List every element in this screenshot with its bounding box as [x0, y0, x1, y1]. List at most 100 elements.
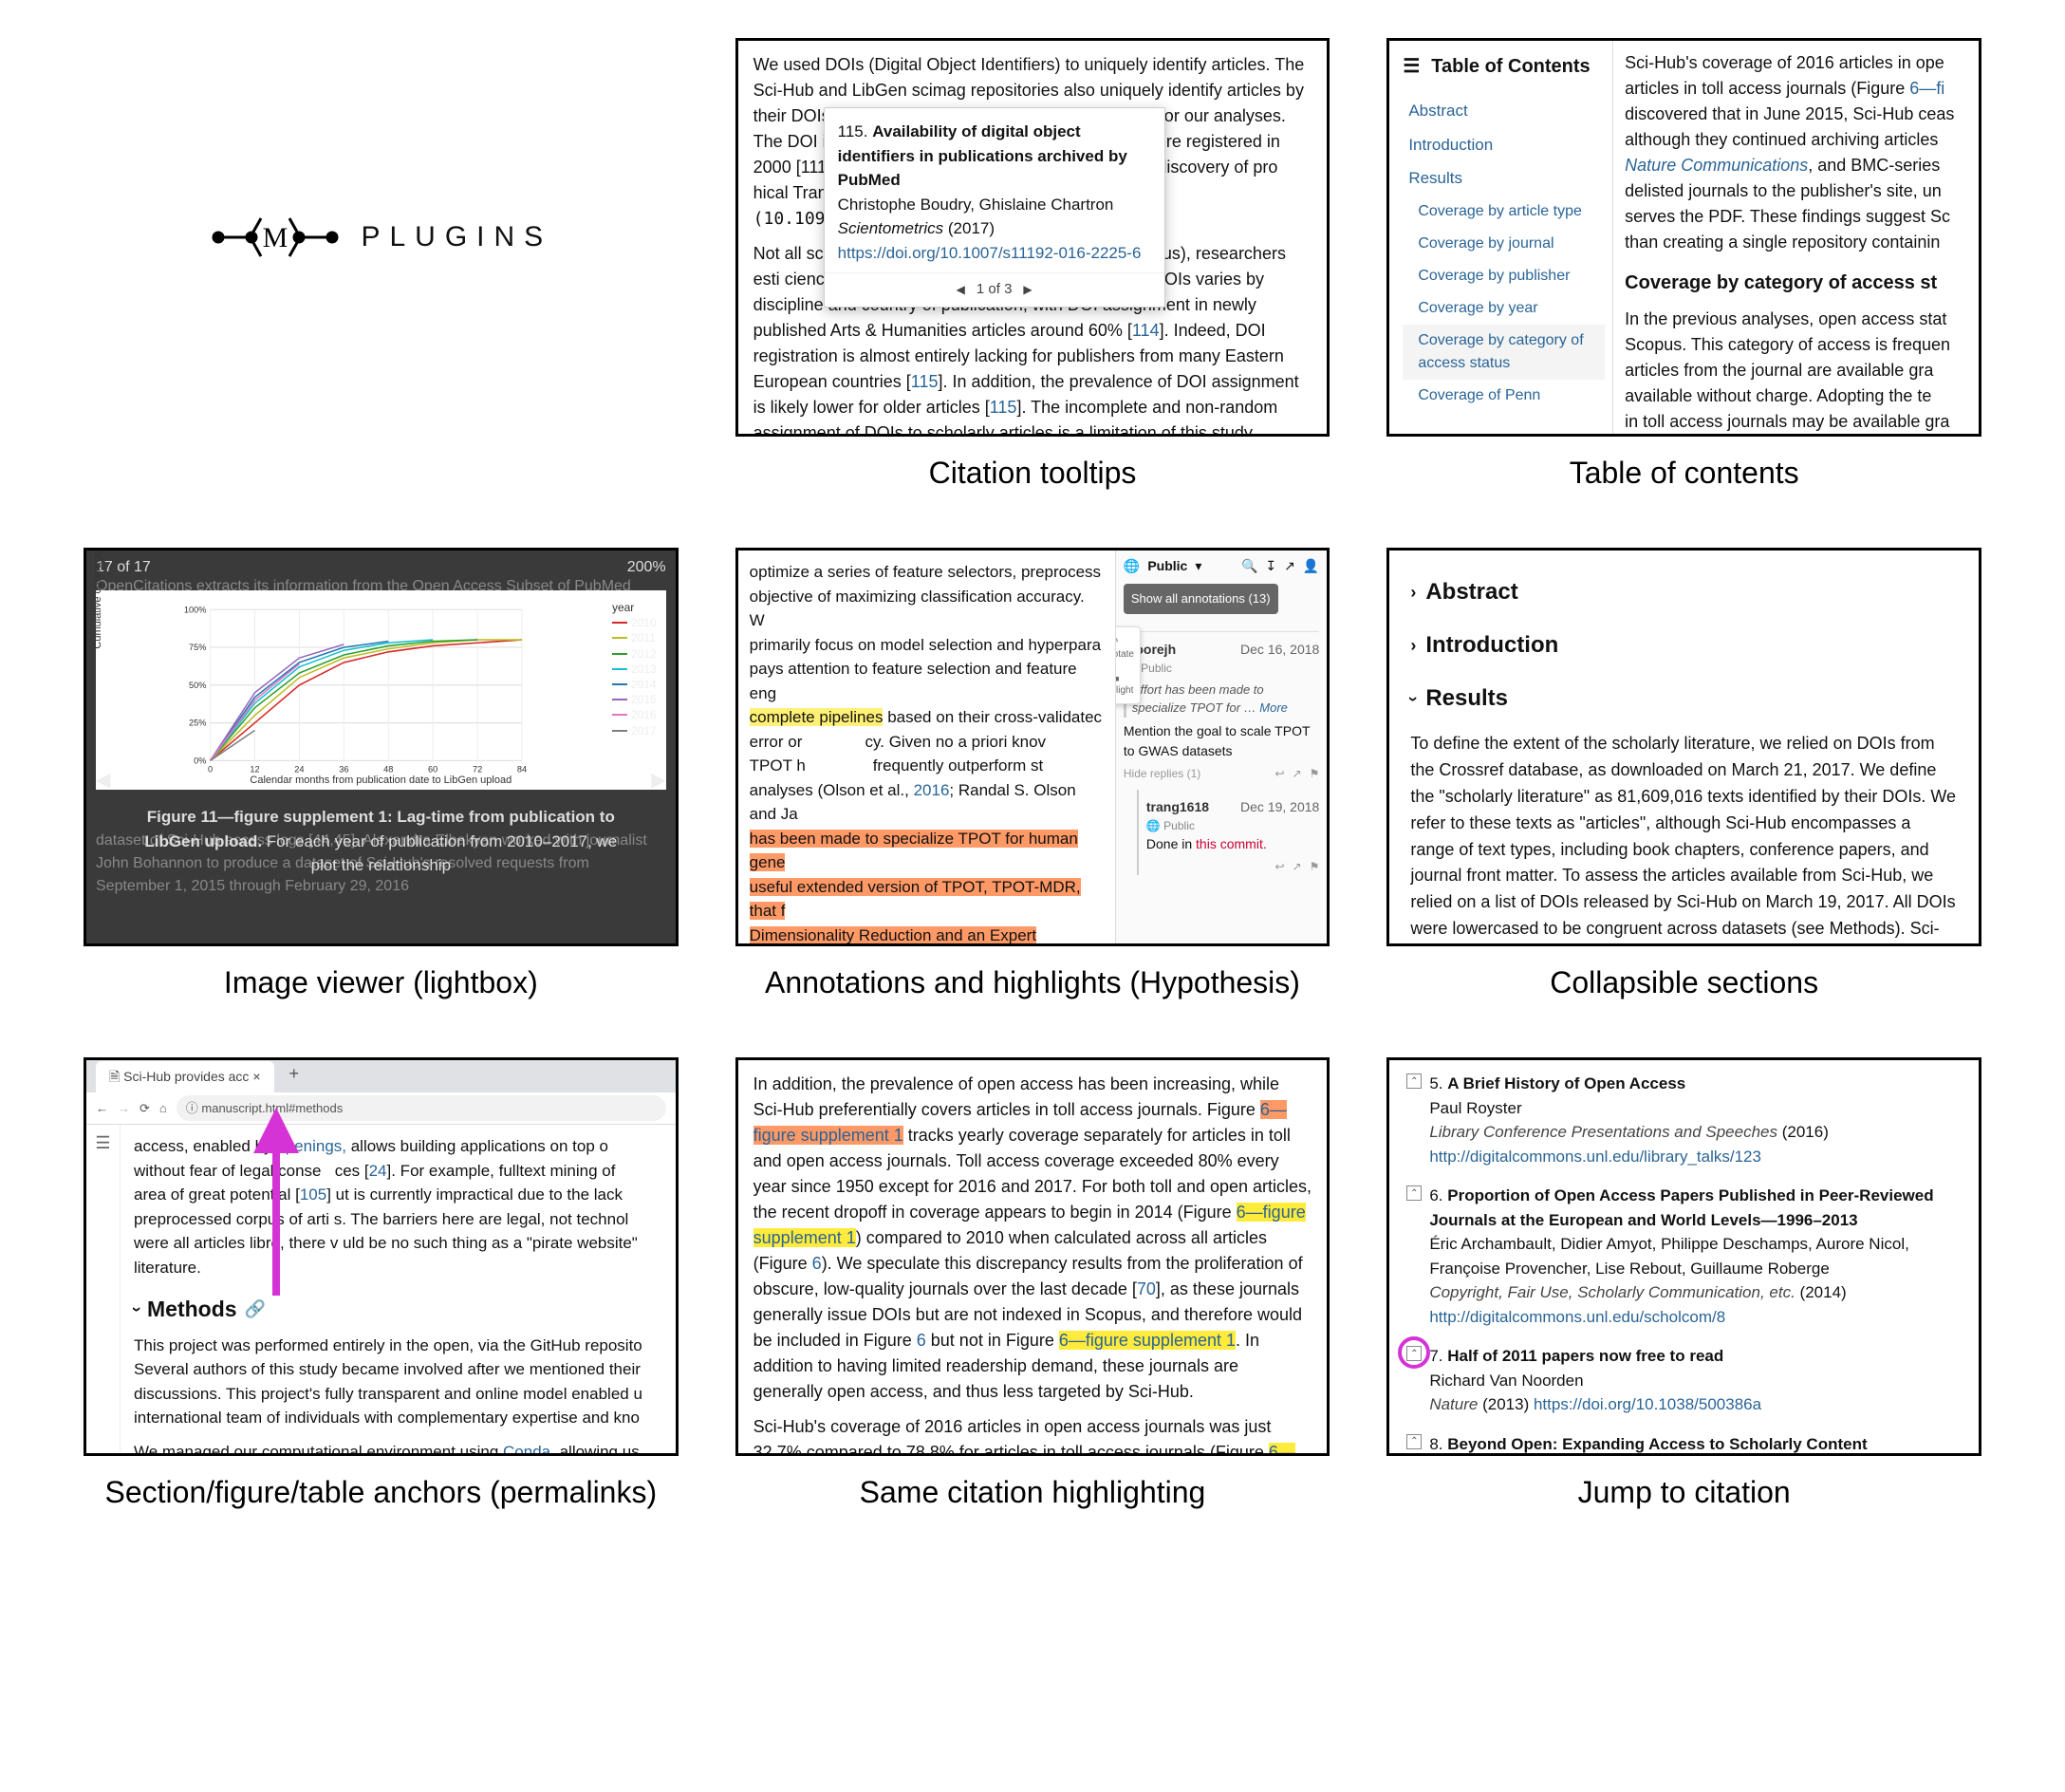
- svg-text:100%: 100%: [184, 605, 207, 614]
- citation-tooltip[interactable]: 115. Availability of digital object iden…: [824, 107, 1165, 308]
- citation-ref[interactable]: 70: [1137, 1279, 1156, 1298]
- visibility-label[interactable]: Public: [1147, 556, 1187, 576]
- annotation-reply[interactable]: trang1618Dec 19, 2018 🌐 Public Done in t…: [1137, 790, 1319, 875]
- reply-icon[interactable]: ↩: [1274, 765, 1284, 782]
- svg-text:50%: 50%: [189, 681, 206, 690]
- jump-to-citation-icon[interactable]: ⌃: [1406, 1073, 1422, 1089]
- toc-item-introduction[interactable]: Introduction: [1403, 128, 1605, 162]
- browser-home-icon[interactable]: ⌂: [159, 1099, 167, 1118]
- browser-back-icon[interactable]: ←: [96, 1099, 108, 1118]
- show-all-annotations-button[interactable]: Show all annotations (13): [1124, 584, 1278, 614]
- hide-replies-link[interactable]: Hide replies (1): [1124, 765, 1200, 782]
- section-header-abstract[interactable]: ›Abstract: [1410, 566, 1958, 619]
- chevron-down-icon[interactable]: ›: [124, 1306, 150, 1312]
- reference-link[interactable]: http://digitalcommons.unl.edu/library_ta…: [1429, 1148, 1761, 1166]
- hypothesis-tile: optimize a series of feature selectors, …: [735, 548, 1330, 946]
- highlight-button[interactable]: ▃Highlight: [1115, 667, 1136, 700]
- section-header-results[interactable]: ›Results: [1410, 672, 1958, 725]
- link[interactable]: openings,: [276, 1137, 346, 1155]
- toc-subitem-selected[interactable]: Coverage by category of access status: [1403, 325, 1605, 380]
- body-text: available without charge. Adopting the t…: [1625, 386, 1931, 405]
- body-text: articles in toll access journals (Figure: [1625, 79, 1909, 98]
- reference-item: ⌃6. Proportion of Open Access Papers Pub…: [1406, 1184, 1962, 1329]
- toc-subitem[interactable]: Coverage by journal: [1403, 228, 1605, 260]
- annotate-button[interactable]: ✎Annotate: [1115, 631, 1136, 663]
- body-text: but not in Figure: [926, 1331, 1059, 1350]
- highlight[interactable]: Dimensionality Reduction and an Expert K…: [750, 926, 1036, 944]
- citation-link[interactable]: 2016: [914, 781, 950, 799]
- lightbox-tile: OpenCitations extracts its information f…: [84, 548, 679, 946]
- table-of-contents-tile: ☰ Table of Contents Abstract Introductio…: [1386, 38, 1981, 437]
- svg-text:84: 84: [517, 765, 527, 775]
- lightbox-image[interactable]: 0%25%50%75%100%012243648607284 Cumulativ…: [96, 590, 666, 790]
- body-text: ] ut is currently impractical due to the…: [326, 1185, 623, 1204]
- annotation-entry[interactable]: moorejhDec 16, 2018 🌐 Public Effort has …: [1124, 631, 1319, 782]
- share-icon[interactable]: ↗: [1284, 556, 1295, 576]
- browser-urlbar: ← → ⟳ ⌂ ⓘ manuscript.html#methods: [86, 1092, 676, 1125]
- section-title: Results: [1425, 681, 1508, 716]
- list-icon[interactable]: ☰: [95, 1133, 110, 1152]
- browser-tab[interactable]: 🗎 Sci-Hub provides acc ×: [96, 1061, 274, 1092]
- toc-subitem[interactable]: Coverage by year: [1403, 292, 1605, 325]
- new-tab-button[interactable]: +: [276, 1057, 313, 1092]
- url-field[interactable]: ⓘ manuscript.html#methods: [177, 1095, 666, 1122]
- body-text: We managed our computational environment…: [134, 1443, 503, 1457]
- reply-icon[interactable]: ↩: [1274, 858, 1284, 875]
- toc-subitem[interactable]: Coverage of Penn: [1403, 380, 1605, 412]
- lightbox-zoom[interactable]: 200%: [627, 556, 666, 579]
- annotate-toolbar: ✎Annotate ▃Highlight: [1115, 626, 1141, 704]
- commit-link[interactable]: this commit.: [1196, 836, 1267, 851]
- reference-link[interactable]: http://digitalcommons.unl.edu/scholcom/8: [1429, 1308, 1725, 1326]
- reference-authors: Paul Royster: [1429, 1099, 1521, 1117]
- link[interactable]: Conda: [503, 1443, 550, 1457]
- highlight[interactable]: complete pipelines: [750, 708, 884, 726]
- permalink-icon[interactable]: 🔗: [245, 1297, 266, 1322]
- chart-legend: year 20102011201220132014201520162017: [612, 600, 657, 738]
- more-link[interactable]: More: [1259, 700, 1288, 715]
- search-icon[interactable]: 🔍: [1241, 556, 1257, 576]
- citation-ref[interactable]: 115: [990, 398, 1017, 417]
- tooltip-prev-icon[interactable]: ◀: [957, 281, 965, 298]
- citation-ref[interactable]: 24: [369, 1162, 387, 1180]
- tile-caption: Same citation highlighting: [860, 1475, 1206, 1510]
- sort-icon[interactable]: ↧: [1265, 556, 1276, 576]
- tooltip-doi-link[interactable]: https://doi.org/10.1007/s11192-016-2225-…: [838, 244, 1142, 262]
- reference-journal: Library Conference Presentations and Spe…: [1429, 1123, 1777, 1141]
- browser-reload-icon[interactable]: ⟳: [140, 1099, 150, 1118]
- toc-item-abstract[interactable]: Abstract: [1403, 94, 1605, 128]
- toc-subitem[interactable]: Coverage by publisher: [1403, 260, 1605, 292]
- toc-subitem[interactable]: Coverage by article type: [1403, 196, 1605, 228]
- section-header-introduction[interactable]: ›Introduction: [1410, 619, 1958, 672]
- body-text: delisted journals to the publisher's sit…: [1625, 181, 1942, 200]
- body-text: allows building applications on top o: [346, 1137, 608, 1155]
- jump-to-citation-icon[interactable]: ⌃: [1406, 1434, 1422, 1449]
- share-icon[interactable]: ↗: [1293, 765, 1302, 782]
- flag-icon[interactable]: ⚑: [1310, 858, 1320, 875]
- highlight[interactable]: useful extended version of TPOT, TPOT-MD…: [750, 878, 1081, 921]
- share-icon[interactable]: ↗: [1293, 858, 1302, 875]
- reference-authors: Éric Archambault, Didier Amyot, Philippe…: [1429, 1235, 1908, 1278]
- tooltip-pager: 1 of 3: [977, 279, 1013, 301]
- tooltip-next-icon[interactable]: ▶: [1023, 281, 1032, 298]
- figure-link-highlighted[interactable]: 6—figure supplement 1: [1059, 1331, 1236, 1350]
- flag-icon[interactable]: ⚑: [1310, 765, 1320, 782]
- account-icon[interactable]: 👤: [1303, 556, 1319, 576]
- reference-item: ⌃7. Half of 2011 papers now free to read…: [1406, 1344, 1962, 1417]
- figure-link[interactable]: 6—fi: [1909, 79, 1944, 98]
- citation-ref[interactable]: 115: [911, 372, 939, 391]
- figure-link[interactable]: 6: [917, 1331, 926, 1350]
- highlight[interactable]: has been made to specialize TPOT for hum…: [750, 830, 1078, 872]
- jump-to-citation-icon[interactable]: ⌃: [1406, 1185, 1422, 1201]
- hypothesis-sidebar: ✎Annotate ▃Highlight 🌐 Public ▾ 🔍 ↧ ↗ 👤 …: [1115, 551, 1327, 943]
- figure-link[interactable]: 6: [812, 1254, 822, 1273]
- browser-forward-icon[interactable]: →: [118, 1099, 130, 1118]
- citation-ref[interactable]: 114: [1132, 321, 1160, 340]
- chevron-right-icon: ›: [1410, 633, 1416, 659]
- toc-item-results[interactable]: Results: [1403, 161, 1605, 196]
- citation-ref[interactable]: 105: [300, 1185, 326, 1204]
- reference-link[interactable]: https://doi.org/10.1038/500386a: [1534, 1395, 1761, 1413]
- list-icon[interactable]: ☰: [1403, 52, 1420, 81]
- body-text: literature.: [134, 1259, 201, 1277]
- journal-link[interactable]: Nature Communications: [1625, 156, 1808, 175]
- reference-item: ⌃8. Beyond Open: Expanding Access to Sch…: [1406, 1432, 1962, 1457]
